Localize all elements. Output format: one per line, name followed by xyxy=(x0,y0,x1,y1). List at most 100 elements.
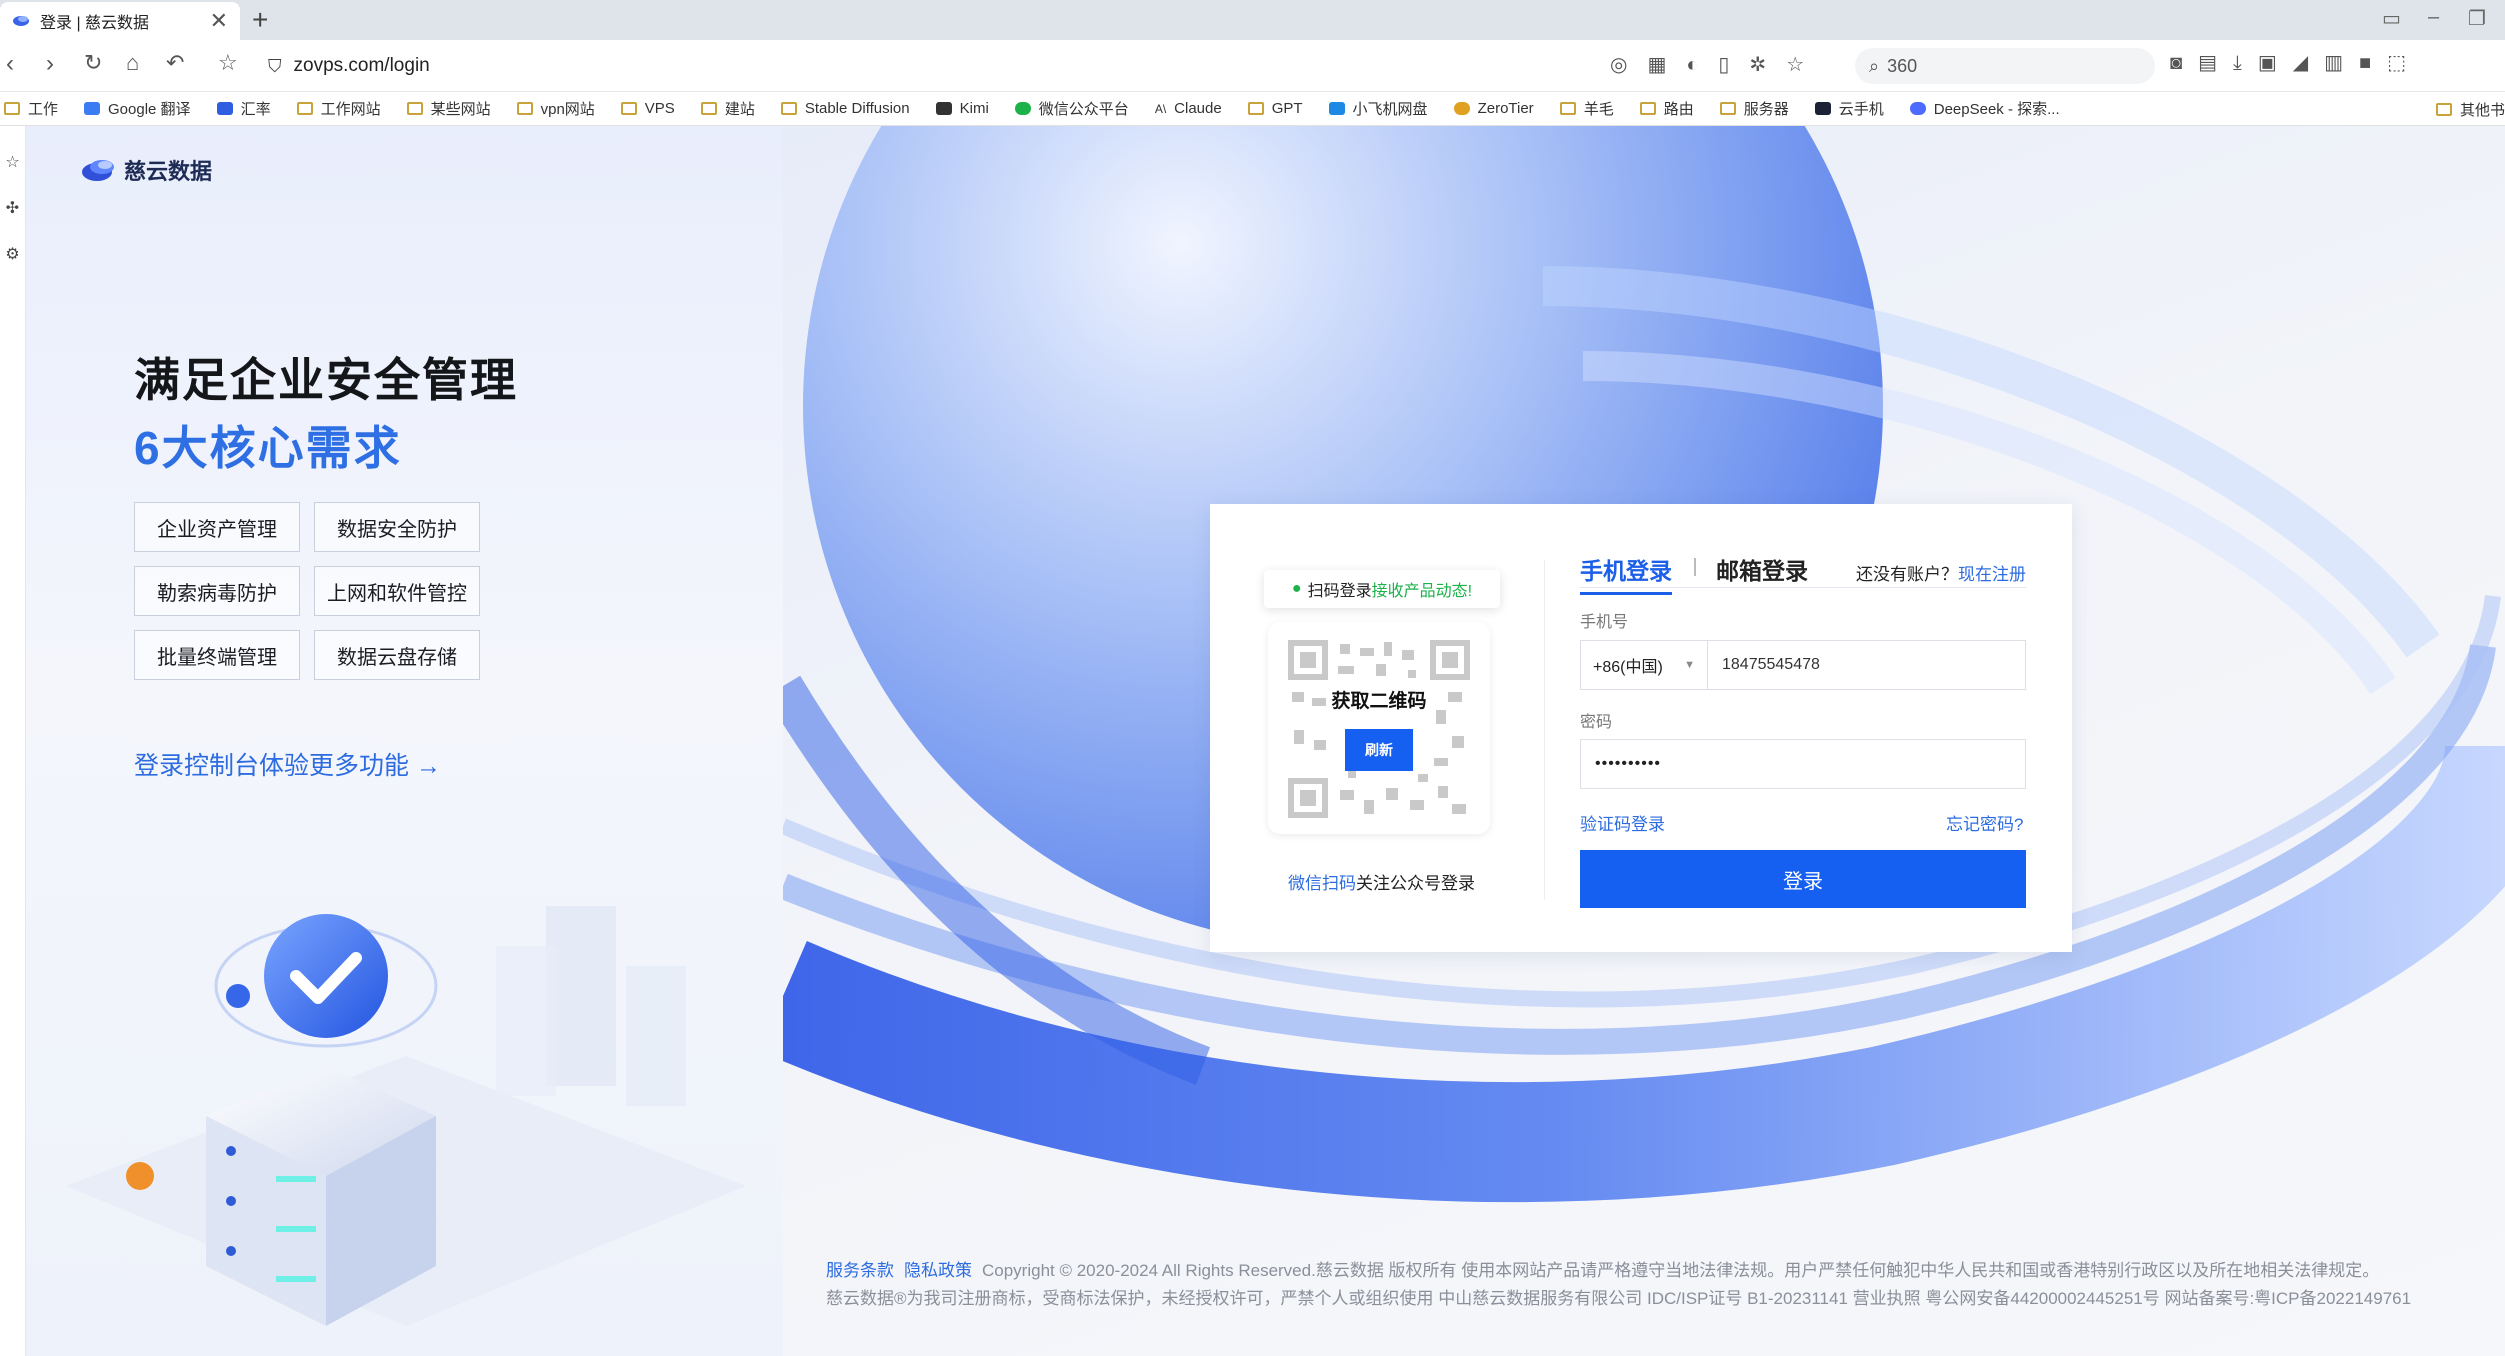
browser-tab[interactable]: 登录 | 慈云数据 ✕ xyxy=(0,2,240,40)
bookmark-item[interactable]: Stable Diffusion xyxy=(780,100,910,117)
qr-login-tip: ● 扫码登录 接收产品动态! xyxy=(1264,570,1500,608)
password-label: 密码 xyxy=(1580,714,1613,731)
bookmark-item[interactable]: 服务器 xyxy=(1719,98,1789,119)
bookmark-item[interactable]: 路由 xyxy=(1639,98,1694,119)
security-shield-icon: ⛉ xyxy=(268,55,282,76)
tab-email-login[interactable]: 邮箱登录 xyxy=(1716,552,1808,586)
bookmark-item[interactable]: 工作 xyxy=(4,98,58,119)
wechat-scan-link[interactable]: 微信扫码 xyxy=(1288,874,1356,893)
qr-refresh-button[interactable]: 刷新 xyxy=(1345,729,1413,771)
brand-logo[interactable]: 慈云数据 xyxy=(80,154,212,186)
back-icon[interactable]: ‹ xyxy=(6,50,14,78)
terms-link[interactable]: 服务条款 xyxy=(826,1261,894,1280)
folder-icon xyxy=(1559,102,1576,115)
tab-phone-login[interactable]: 手机登录 xyxy=(1580,552,1672,595)
extensions-icon[interactable]: ✣ xyxy=(0,198,25,218)
folder-icon xyxy=(700,102,717,115)
bookmark-item[interactable]: A\ Claude xyxy=(1155,100,1222,117)
maximize-icon[interactable]: ❐ xyxy=(2468,6,2486,31)
qr-footer-text: 微信扫码关注公众号登录 xyxy=(1288,874,1475,893)
reload-icon[interactable]: ↻ xyxy=(84,50,102,76)
address-bar[interactable]: ⛉ zovps.com/login xyxy=(268,48,1818,84)
folder-icon xyxy=(780,102,797,115)
claude-icon: A\ xyxy=(1154,102,1167,116)
forgot-password-link[interactable]: 忘记密码? xyxy=(1946,810,2023,835)
cloud-phone-icon xyxy=(1814,102,1831,115)
undo-icon[interactable]: ↶ xyxy=(166,50,184,76)
browser-tabbar: 登录 | 慈云数据 ✕ + ▭ – ❐ xyxy=(0,0,2505,40)
bookmark-item[interactable]: 建站 xyxy=(700,98,755,119)
search-box[interactable]: ⌕ 360 xyxy=(1855,48,2155,84)
other-bookmarks[interactable]: 其他书 xyxy=(2425,92,2505,125)
translate-icon xyxy=(84,102,101,115)
folder-icon xyxy=(1719,102,1736,115)
folder-icon xyxy=(4,102,20,115)
qr-code-box[interactable]: 获取二维码 刷新 xyxy=(1268,622,1490,834)
bookmark-item[interactable]: 微信公众平台 xyxy=(1014,98,1129,119)
extension-icons[interactable]: ◙▤⤓▣◢▥■⬚ xyxy=(2170,50,2422,75)
browser-toolbar: ‹ › ↻ ⌂ ↶ ☆ ⛉ zovps.com/login ◎▦◐▯✲☆ ⌕ 3… xyxy=(0,40,2505,92)
bookmark-item[interactable]: Google 翻译 xyxy=(84,98,191,119)
cloud-drive-icon xyxy=(1328,102,1345,115)
server-illustration xyxy=(66,906,746,1326)
bookmark-item[interactable]: 小飞机网盘 xyxy=(1328,98,1428,119)
bookmark-item[interactable]: ZeroTier xyxy=(1453,100,1534,117)
wechat-icon xyxy=(1014,102,1031,115)
bookmark-item[interactable]: DeepSeek - 探索... xyxy=(1909,98,2060,119)
sidebar-toggle-icon[interactable]: ▭ xyxy=(2382,6,2401,31)
qr-overlay-title: 获取二维码 xyxy=(1327,686,1431,713)
footer-line-1: 服务条款 隐私政策 Copyright © 2020-2024 All Rights… xyxy=(826,1261,2380,1280)
bookmark-item[interactable]: vpn网站 xyxy=(516,98,595,119)
bookmark-item[interactable]: GPT xyxy=(1247,100,1303,117)
bookmark-item[interactable]: Kimi xyxy=(935,100,989,117)
deepseek-icon xyxy=(1909,102,1926,115)
bookmark-star-icon[interactable]: ☆ xyxy=(218,50,238,76)
feature-list: 企业资产管理 数据安全防护 勒索病毒防护 上网和软件管控 批量终端管理 数据云盘… xyxy=(134,502,494,680)
bookmark-item[interactable]: VPS xyxy=(620,100,675,117)
forward-icon[interactable]: › xyxy=(46,50,54,78)
chevron-down-icon: ▼ xyxy=(1684,659,1695,671)
phone-field-row: +86(中国) ▼ xyxy=(1580,640,2026,690)
feature-item: 批量终端管理 xyxy=(134,630,300,680)
register-link[interactable]: 现在注册 xyxy=(1958,565,2026,584)
kimi-icon xyxy=(935,102,952,115)
minimize-icon[interactable]: – xyxy=(2428,6,2439,29)
login-card: ● 扫码登录 接收产品动态! 获取二维码 刷新 微信扫码关注公众号登录 手机登录… xyxy=(1210,504,2072,952)
qr-overlay: 获取二维码 刷新 xyxy=(1308,686,1450,771)
privacy-link[interactable]: 隐私政策 xyxy=(904,1261,972,1280)
phone-label: 手机号 xyxy=(1580,614,1629,631)
password-input[interactable] xyxy=(1580,739,2026,789)
phone-input[interactable] xyxy=(1708,640,2026,690)
home-icon[interactable]: ⌂ xyxy=(126,50,139,76)
feature-item: 数据云盘存储 xyxy=(314,630,480,680)
browser-side-rail: ☆ ✣ ⚙ xyxy=(0,126,26,1356)
brand-name: 慈云数据 xyxy=(124,159,213,184)
search-text: 360 xyxy=(1887,55,1918,76)
bookmark-item[interactable]: 工作网站 xyxy=(296,98,381,119)
tab-close-icon[interactable]: ✕ xyxy=(210,8,228,34)
site-favicon-icon xyxy=(13,16,29,26)
login-page: 慈云数据 满足企业安全管理 6大核心需求 企业资产管理 数据安全防护 勒索病毒防… xyxy=(26,126,2505,1356)
bookmark-item[interactable]: 汇率 xyxy=(216,98,271,119)
logo-mark-icon xyxy=(82,160,114,181)
favorites-icon[interactable]: ☆ xyxy=(0,152,25,172)
bookmark-item[interactable]: 羊毛 xyxy=(1559,98,1614,119)
new-tab-button[interactable]: + xyxy=(252,4,268,36)
sms-login-link[interactable]: 验证码登录 xyxy=(1580,810,1665,835)
register-prompt: 还没有账户？现在注册 xyxy=(1856,565,2026,584)
address-bar-tools-icons[interactable]: ◎▦◐▯✲☆ xyxy=(1610,52,1824,77)
bookmark-item[interactable]: 云手机 xyxy=(1814,98,1884,119)
bookmark-item[interactable]: 某些网站 xyxy=(406,98,491,119)
folder-icon xyxy=(620,102,637,115)
card-divider xyxy=(1544,560,1545,900)
settings-icon[interactable]: ⚙ xyxy=(0,244,25,264)
feature-item: 数据安全防护 xyxy=(314,502,480,552)
wechat-icon: ● xyxy=(1291,580,1302,597)
tab-title: 登录 | 慈云数据 xyxy=(40,15,150,32)
login-button[interactable]: 登录 xyxy=(1580,850,2026,908)
country-code-select[interactable]: +86(中国) ▼ xyxy=(1580,640,1708,690)
login-tabs: 手机登录 邮箱登录 还没有账户？现在注册 xyxy=(1580,552,2026,595)
baidu-icon xyxy=(216,102,233,115)
console-cta-link[interactable]: 登录控制台体验更多功能 → xyxy=(134,746,441,782)
feature-item: 上网和软件管控 xyxy=(314,566,480,616)
